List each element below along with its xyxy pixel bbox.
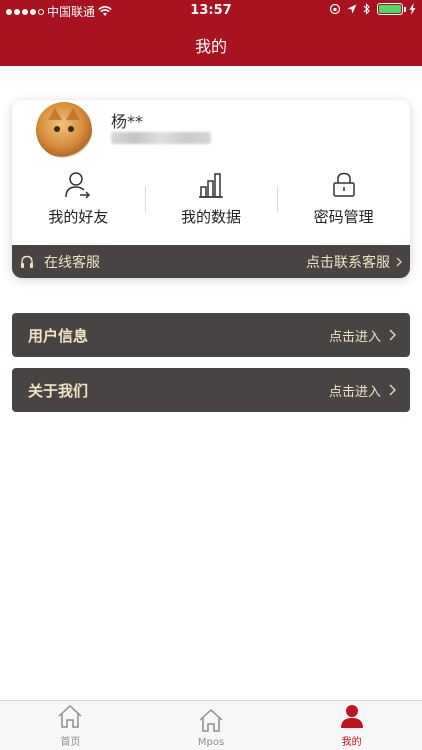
- user-info-row[interactable]: 用户信息 点击进入: [12, 313, 410, 357]
- enter-label: 点击进入: [328, 384, 381, 400]
- my-friends-label: 我的好友: [48, 208, 109, 226]
- tab-mpos[interactable]: Mpos: [141, 701, 282, 750]
- lock-icon: [332, 170, 356, 200]
- tab-home-label: 首页: [60, 737, 81, 748]
- about-us-row[interactable]: 关于我们 点击进入: [12, 368, 410, 412]
- online-service-label: 在线客服: [44, 254, 100, 271]
- online-service-bar[interactable]: 在线客服 点击联系客服: [12, 245, 410, 278]
- tab-mine-label: 我的: [341, 737, 362, 748]
- tab-bar: 首页 Mpos 我的: [0, 700, 422, 750]
- quick-actions: 我的好友 我的数据 密码管理: [12, 170, 410, 234]
- about-us-enter[interactable]: 点击进入: [329, 381, 396, 400]
- location-arrow-icon: [347, 4, 357, 14]
- user-phone-blurred: [111, 132, 211, 144]
- user-info-enter[interactable]: 点击进入: [329, 326, 396, 345]
- orientation-lock-icon: [329, 3, 341, 15]
- avatar[interactable]: [36, 102, 92, 158]
- contact-service-link[interactable]: 点击联系客服: [306, 252, 402, 272]
- profile-card: 杨** 我的好友 我的数据 密码管理 在线客服 点击联系客服: [12, 100, 410, 278]
- my-data-button[interactable]: 我的数据: [145, 170, 278, 234]
- my-friends-button[interactable]: 我的好友: [12, 170, 145, 234]
- status-bar: 中国联通 13:57: [0, 0, 422, 22]
- chevron-right-icon: [389, 329, 396, 341]
- enter-label: 点击进入: [328, 329, 381, 345]
- chevron-right-icon: [396, 257, 402, 266]
- divider: [277, 186, 278, 212]
- contact-service-label: 点击联系客服: [306, 254, 390, 271]
- bar-chart-icon: [197, 170, 225, 200]
- tab-mpos-label: Mpos: [197, 737, 225, 748]
- person-icon: [340, 702, 364, 730]
- user-share-icon: [65, 170, 91, 200]
- about-us-title: 关于我们: [28, 381, 89, 400]
- bluetooth-icon: [363, 3, 370, 15]
- headset-icon: [20, 254, 36, 270]
- tab-mine[interactable]: 我的: [281, 701, 422, 750]
- password-management-label: 密码管理: [313, 208, 374, 226]
- user-name: 杨**: [111, 112, 144, 131]
- page-title: 我的: [194, 37, 227, 56]
- tab-home[interactable]: 首页: [0, 701, 141, 750]
- home-icon: [57, 702, 83, 730]
- charging-icon: [409, 3, 416, 15]
- top-header: 中国联通 13:57 我的: [0, 0, 422, 66]
- chevron-right-icon: [389, 384, 396, 396]
- battery-icon: [377, 3, 406, 15]
- password-management-button[interactable]: 密码管理: [277, 170, 410, 234]
- user-info-title: 用户信息: [28, 326, 89, 345]
- divider: [145, 186, 146, 212]
- home-icon: [198, 706, 224, 734]
- my-data-label: 我的数据: [181, 208, 242, 226]
- status-right: [329, 3, 416, 15]
